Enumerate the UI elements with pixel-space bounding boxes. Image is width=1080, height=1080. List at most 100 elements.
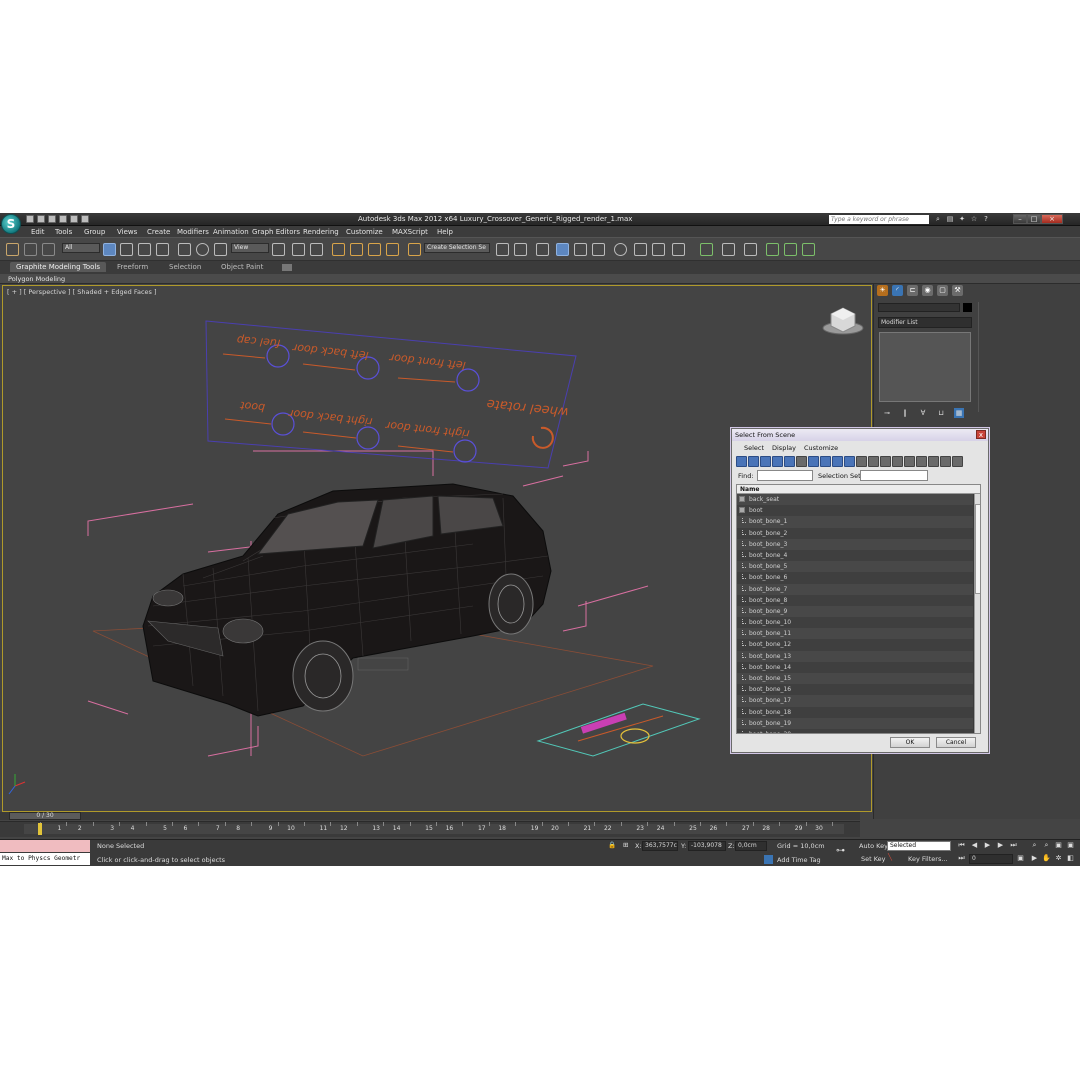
time-tag-icon[interactable]: [764, 855, 773, 864]
display-frozen-icon[interactable]: [856, 456, 867, 467]
select-by-name-icon[interactable]: [120, 243, 133, 256]
go-to-start-icon[interactable]: ⏮: [957, 841, 966, 850]
display-all-icon[interactable]: [880, 456, 891, 467]
display-hidden-icon[interactable]: [868, 456, 879, 467]
menu-modifiers[interactable]: Modifiers: [177, 228, 209, 236]
curve-editor-icon[interactable]: [574, 243, 587, 256]
utilities-tab-icon[interactable]: ⚒: [952, 285, 963, 296]
tab-graphite-modeling-tools[interactable]: Graphite Modeling Tools: [10, 262, 107, 272]
selection-set-dropdown[interactable]: [860, 470, 928, 481]
field-of-view-icon[interactable]: ▶: [1030, 854, 1039, 863]
car-wireframe[interactable]: [142, 483, 552, 717]
ok-button[interactable]: OK: [890, 737, 930, 748]
viewport-label[interactable]: [ + ] [ Perspective ] [ Shaded + Edged F…: [7, 288, 157, 296]
display-lights-icon[interactable]: [760, 456, 771, 467]
x-coordinate-field[interactable]: 363,7577c: [642, 841, 678, 851]
communication-icon[interactable]: ✦: [958, 215, 966, 223]
keyboard-shortcut-icon[interactable]: [310, 243, 323, 256]
open-file-icon[interactable]: [37, 215, 45, 223]
dialog-menu-select[interactable]: Select: [744, 444, 764, 452]
filter-options-icon[interactable]: [952, 456, 963, 467]
save-file-icon[interactable]: [48, 215, 56, 223]
list-item[interactable]: back_seat: [737, 494, 973, 506]
dialog-menu-customize[interactable]: Customize: [804, 444, 838, 452]
list-item[interactable]: boot_bone_1: [737, 516, 973, 528]
select-invert-icon[interactable]: [928, 456, 939, 467]
list-scrollbar[interactable]: [974, 494, 980, 733]
search-input[interactable]: [829, 215, 929, 224]
list-item[interactable]: boot_bone_3: [737, 538, 973, 550]
help-icon[interactable]: ?: [982, 215, 990, 223]
display-spacewarps-icon[interactable]: [796, 456, 807, 467]
list-item[interactable]: boot_bone_13: [737, 650, 973, 662]
unlink-icon[interactable]: [24, 243, 37, 256]
layer-manager-icon[interactable]: [536, 243, 549, 256]
list-item[interactable]: boot_bone_6: [737, 572, 973, 584]
binoculars-icon[interactable]: ⌕: [934, 215, 942, 223]
cancel-button[interactable]: Cancel: [936, 737, 976, 748]
list-item[interactable]: boot_bone_5: [737, 561, 973, 573]
menu-customize[interactable]: Customize: [346, 228, 383, 236]
pivot-center-icon[interactable]: [272, 243, 285, 256]
app-logo-button[interactable]: S: [1, 214, 21, 234]
selection-filter-dropdown[interactable]: All: [62, 243, 100, 253]
menu-group[interactable]: Group: [84, 228, 105, 236]
absolute-mode-icon[interactable]: ⊞: [623, 841, 628, 849]
menu-create[interactable]: Create: [147, 228, 170, 236]
find-input[interactable]: [757, 470, 813, 481]
motion-tab-icon[interactable]: ◉: [922, 285, 933, 296]
select-all-icon[interactable]: [904, 456, 915, 467]
list-item[interactable]: boot: [737, 505, 973, 517]
configure-modifier-sets-icon[interactable]: ▦: [954, 408, 964, 418]
rotate-icon[interactable]: [196, 243, 209, 256]
display-bones-icon[interactable]: [832, 456, 843, 467]
list-item[interactable]: boot_bone_2: [737, 527, 973, 539]
remove-modifier-icon[interactable]: ⊔: [936, 408, 946, 418]
select-manipulate-icon[interactable]: [292, 243, 305, 256]
zoom-extents-all-icon[interactable]: ▣: [1066, 841, 1075, 850]
zoom-extents-icon[interactable]: ▣: [1054, 841, 1063, 850]
list-item[interactable]: boot_bone_8: [737, 594, 973, 606]
key-filters-button[interactable]: Key Filters...: [908, 855, 948, 863]
dialog-close-button[interactable]: x: [976, 430, 986, 439]
schematic-view-icon[interactable]: [592, 243, 605, 256]
bind-space-warp-icon[interactable]: [42, 243, 55, 256]
list-item[interactable]: boot_bone_16: [737, 684, 973, 696]
hierarchy-tab-icon[interactable]: ⊏: [907, 285, 918, 296]
percent-snap-icon[interactable]: [368, 243, 381, 256]
redo-icon[interactable]: [70, 215, 78, 223]
extension-tool-5-icon[interactable]: [784, 243, 797, 256]
display-containers-icon[interactable]: [844, 456, 855, 467]
modifier-list-dropdown[interactable]: Modifier List: [878, 317, 972, 328]
snaps-toggle-icon[interactable]: [332, 243, 345, 256]
menu-tools[interactable]: Tools: [55, 228, 72, 236]
time-configuration-icon[interactable]: ▣: [1016, 854, 1025, 863]
object-color-swatch[interactable]: [963, 303, 972, 312]
spinner-snap-icon[interactable]: [386, 243, 399, 256]
list-item[interactable]: boot_bone_7: [737, 583, 973, 595]
zoom-all-icon[interactable]: ⌕: [1042, 841, 1051, 850]
project-folder-icon[interactable]: [81, 215, 89, 223]
render-setup-icon[interactable]: [634, 243, 647, 256]
menu-maxscript[interactable]: MAXScript: [392, 228, 428, 236]
minimize-button[interactable]: –: [1013, 214, 1027, 224]
display-cameras-icon[interactable]: [772, 456, 783, 467]
current-frame-marker[interactable]: [38, 823, 42, 835]
list-scrollbar-thumb[interactable]: [975, 504, 980, 594]
dialog-menu-display[interactable]: Display: [772, 444, 796, 452]
list-item[interactable]: boot_bone_19: [737, 717, 973, 729]
tab-freeform[interactable]: Freeform: [117, 263, 148, 271]
set-key-button[interactable]: Set Key: [861, 855, 886, 863]
angle-snap-icon[interactable]: [350, 243, 363, 256]
graphite-toggle-icon[interactable]: [556, 243, 569, 256]
display-tab-icon[interactable]: ▢: [937, 285, 948, 296]
window-crossing-icon[interactable]: [156, 243, 169, 256]
go-to-end-icon[interactable]: ⏭: [1009, 841, 1018, 850]
list-item[interactable]: boot_bone_18: [737, 706, 973, 718]
list-item[interactable]: boot_bone_12: [737, 639, 973, 651]
show-end-result-icon[interactable]: ‖: [900, 408, 910, 418]
list-item[interactable]: boot_bone_4: [737, 549, 973, 562]
ribbon-options-icon[interactable]: [282, 264, 292, 271]
object-name-field[interactable]: [878, 303, 960, 312]
key-selection-dropdown[interactable]: Selected: [887, 841, 951, 851]
